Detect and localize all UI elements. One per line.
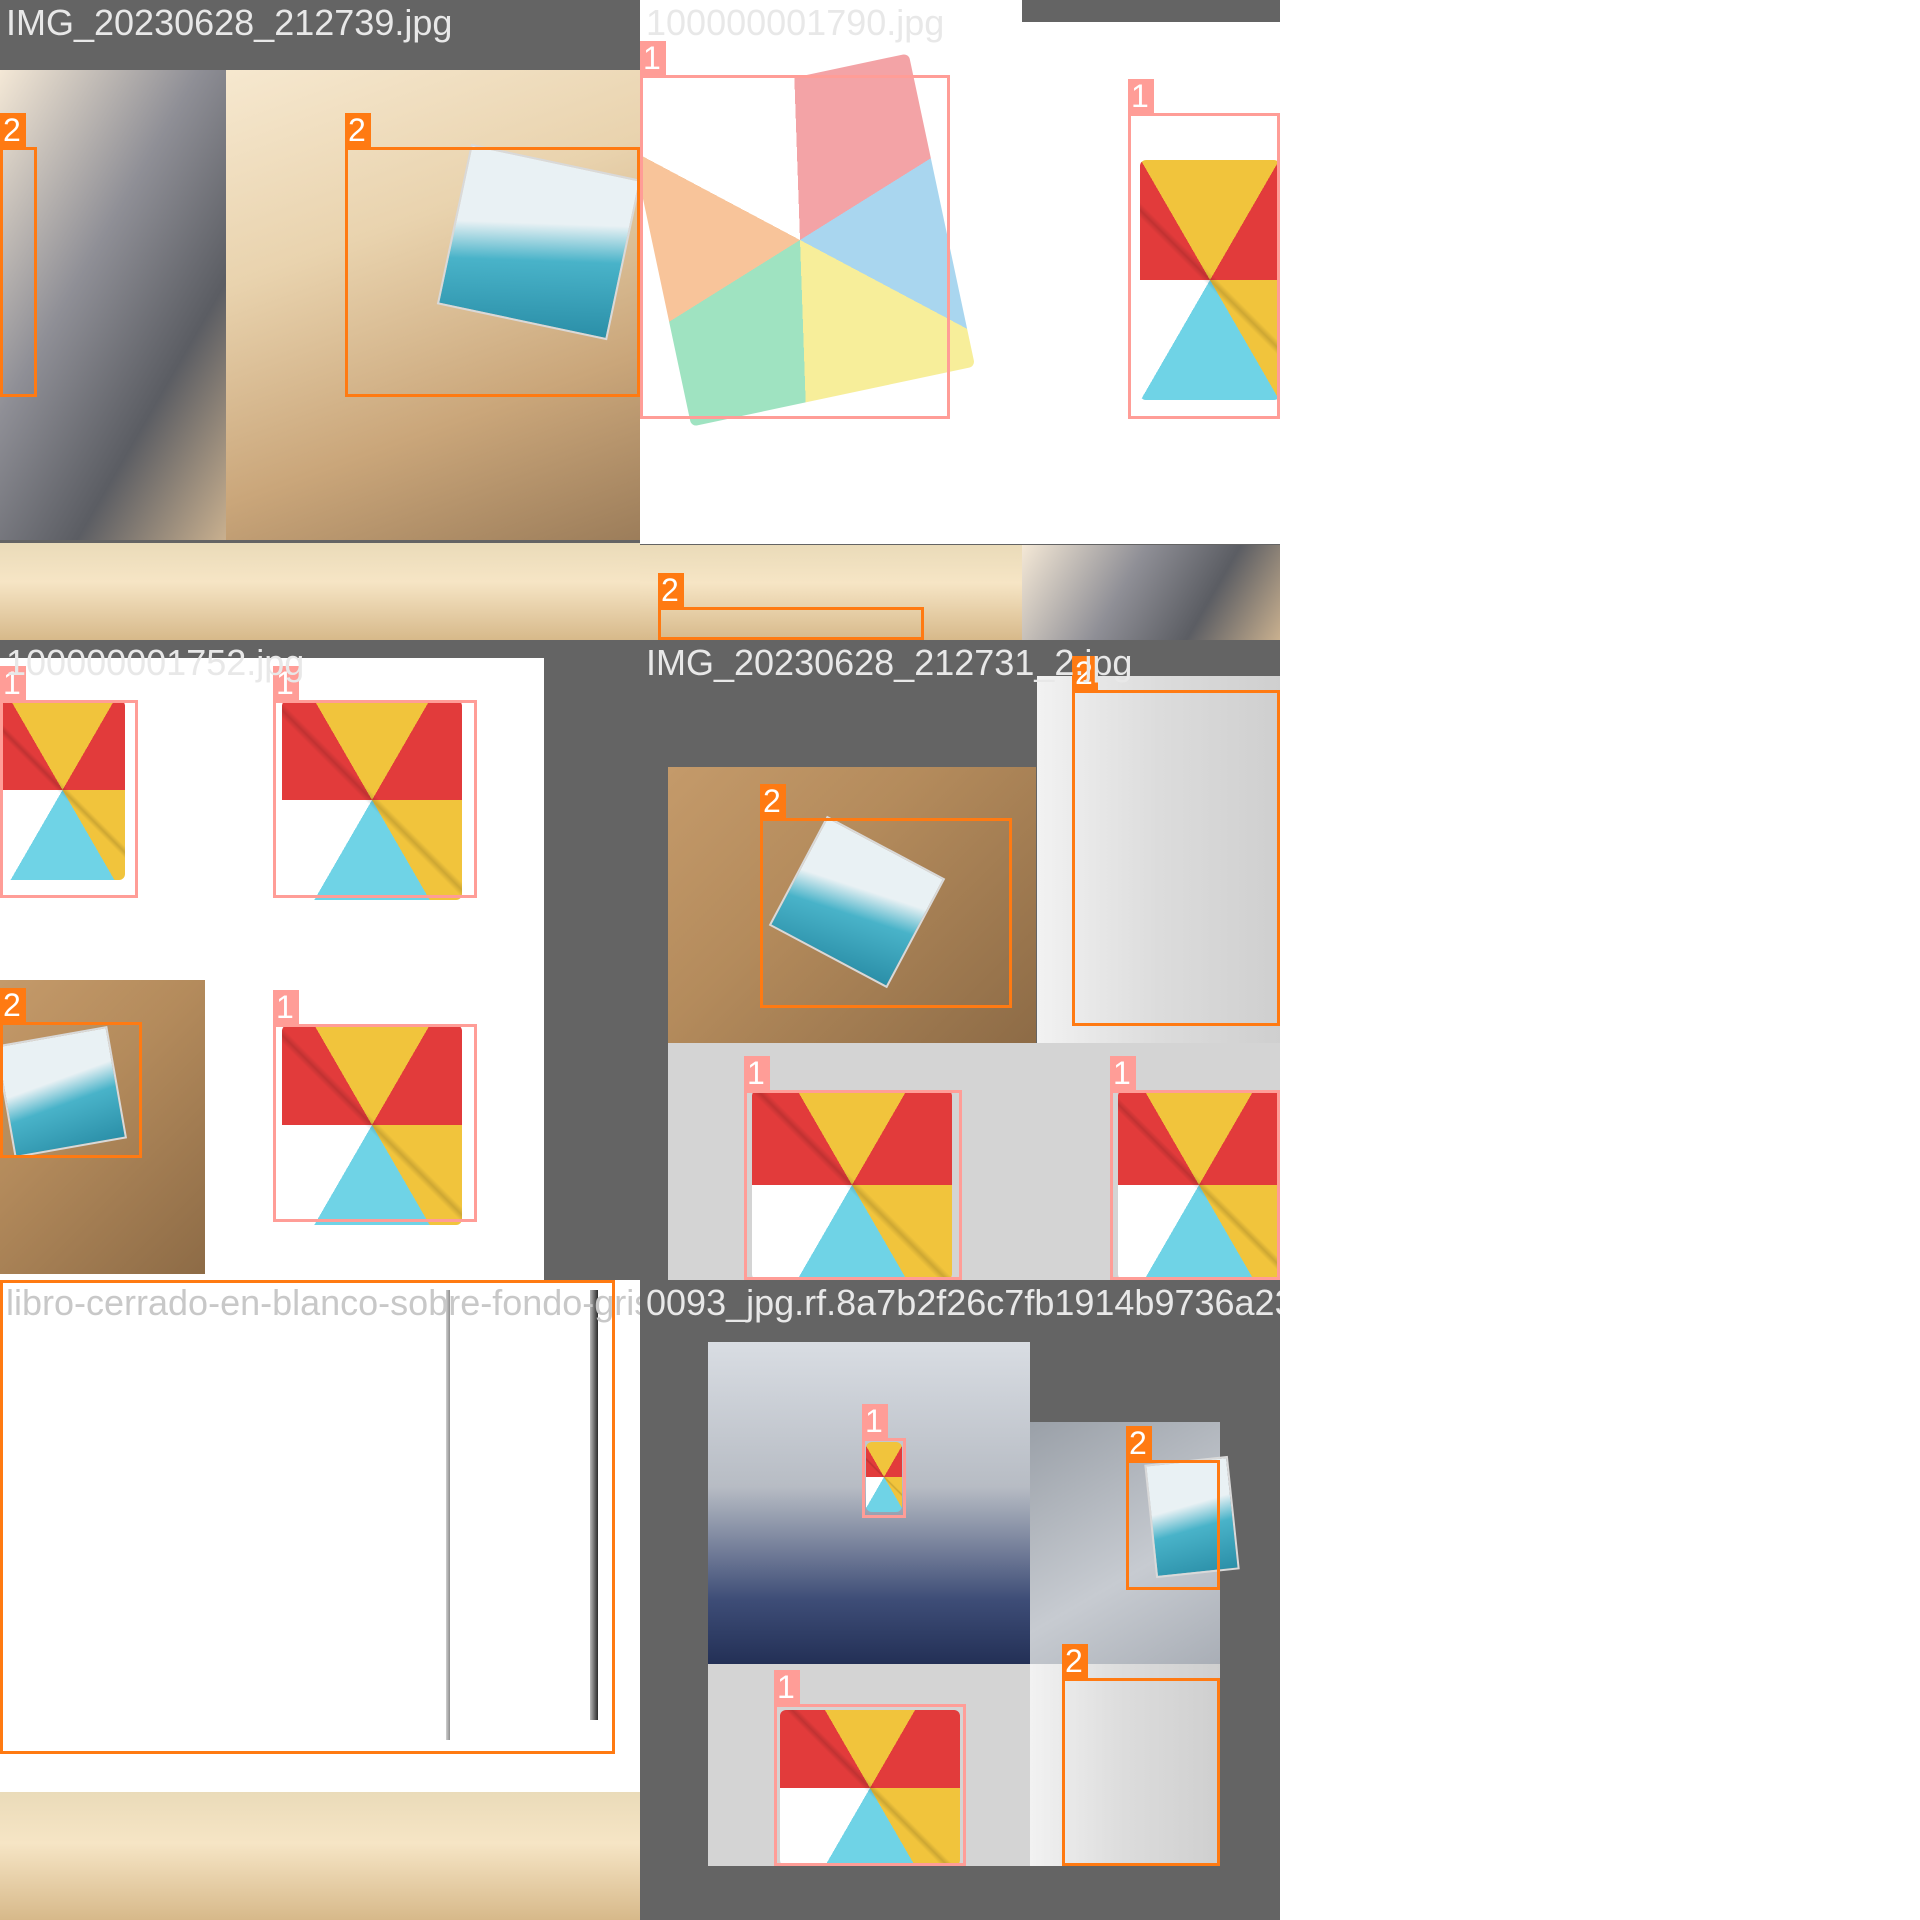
- bbox-class-2: 2: [658, 573, 924, 640]
- mosaic-tile-6: 0093_jpg.rf.8a7b2f26c7fb1914b9736a23adb4…: [640, 1280, 1280, 1920]
- bbox-class-2: 2: [345, 113, 640, 397]
- bbox-class-1: 1: [273, 990, 477, 1222]
- bbox-class-2: 2: [0, 113, 37, 397]
- bbox-class-2: 2: [0, 988, 142, 1158]
- tile-title: 0093_jpg.rf.8a7b2f26c7fb1914b9736a23adb4: [646, 1282, 1280, 1323]
- bbox-label: 2: [760, 784, 786, 818]
- bbox-label: 2: [658, 573, 684, 607]
- mosaic-tile-4: IMG_20230628_212731_2.jpg 2 2 1 1: [640, 640, 1280, 1280]
- bbox-label: 1: [744, 1056, 770, 1090]
- bbox-class-1: 1: [0, 666, 138, 898]
- bbox-label: 1: [273, 990, 299, 1024]
- mosaic-tile-5: libro-cerrado-en-blanco-sobre-fondo-gris…: [0, 1280, 640, 1920]
- bbox-class-2: 2: [1072, 656, 1280, 1026]
- mosaic-tile-1: IMG_20230628_212739.jpg 2 2: [0, 0, 640, 640]
- bbox-class-2: 2: [0, 1280, 615, 1754]
- photo-strip-bottom: [0, 1792, 640, 1920]
- bbox-label: 2: [1062, 1644, 1088, 1678]
- bbox-class-1: 1: [774, 1670, 966, 1866]
- bbox-class-2: 2: [1062, 1644, 1220, 1866]
- bbox-label: 1: [774, 1670, 800, 1704]
- photo-strip-bottom: [0, 543, 640, 640]
- bbox-label: 1: [1128, 79, 1154, 113]
- tile-title: IMG_20230628_212731_2.jpg: [646, 642, 1133, 683]
- bbox-class-2: 2: [1126, 1426, 1220, 1590]
- bbox-class-1: 1: [1128, 79, 1280, 419]
- photo-strip-bottom: [1022, 545, 1280, 640]
- bbox-class-1: 1: [862, 1404, 906, 1518]
- bbox-label: 2: [0, 113, 26, 147]
- tile-title: 100000001790.jpg: [646, 2, 945, 43]
- bbox-class-1: 1: [273, 666, 477, 898]
- bbox-label: 2: [1126, 1426, 1152, 1460]
- bbox-label: 2: [345, 113, 371, 147]
- bbox-label: 1: [640, 41, 666, 75]
- mosaic-tile-3: 100000001752.jpg 1 1 2 1: [0, 640, 640, 1280]
- mosaic-tile-2: 100000001790.jpg 1 1 2: [640, 0, 1280, 640]
- tile-title: 100000001752.jpg: [6, 642, 305, 683]
- bbox-label: 2: [0, 988, 26, 1022]
- bbox-class-1: 1: [640, 41, 950, 419]
- tile-title: IMG_20230628_212739.jpg: [6, 2, 453, 43]
- bbox-label: 1: [862, 1404, 888, 1438]
- tile-title: libro-cerrado-en-blanco-sobre-fondo-gris: [6, 1282, 640, 1323]
- bbox-class-1: 1: [744, 1056, 962, 1280]
- bbox-label: 1: [1110, 1056, 1136, 1090]
- bbox-class-1: 1: [1110, 1056, 1280, 1280]
- bbox-class-2: 2: [760, 784, 1012, 1008]
